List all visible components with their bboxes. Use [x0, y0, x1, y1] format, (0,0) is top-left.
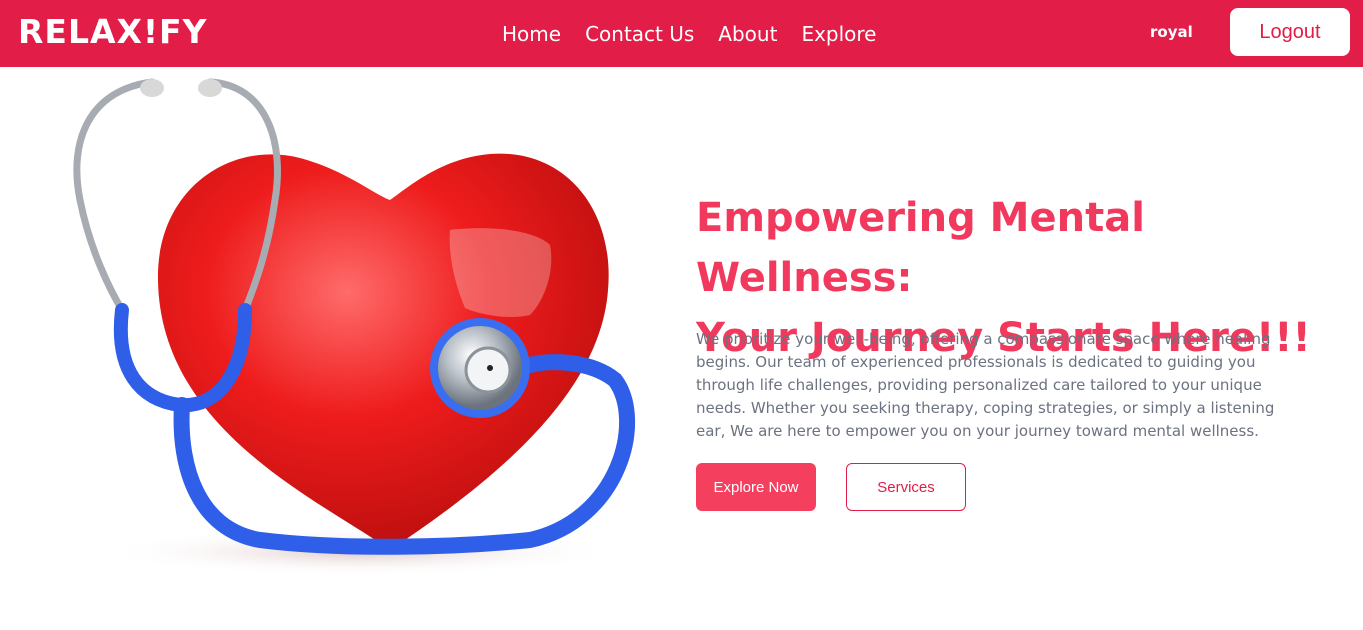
- explore-now-button[interactable]: Explore Now: [696, 463, 816, 511]
- nav-link-home[interactable]: Home: [502, 22, 561, 46]
- logout-button[interactable]: Logout: [1230, 8, 1350, 56]
- navbar: RELAX!FY Home Contact Us About Explore r…: [0, 0, 1363, 67]
- nav-link-about[interactable]: About: [718, 22, 777, 46]
- hero-description: We prioritize your well-being, offering …: [696, 330, 1275, 440]
- nav-links: Home Contact Us About Explore: [490, 0, 889, 67]
- username-label: royal: [1150, 23, 1193, 41]
- hero-headline-line1: Empowering Mental Wellness:: [696, 195, 1145, 301]
- nav-link-explore[interactable]: Explore: [801, 22, 876, 46]
- nav-link-contact-us[interactable]: Contact Us: [585, 22, 694, 46]
- services-button[interactable]: Services: [846, 463, 966, 511]
- heart-stethoscope-illustration: [73, 78, 636, 576]
- brand-logo[interactable]: RELAX!FY: [18, 10, 207, 54]
